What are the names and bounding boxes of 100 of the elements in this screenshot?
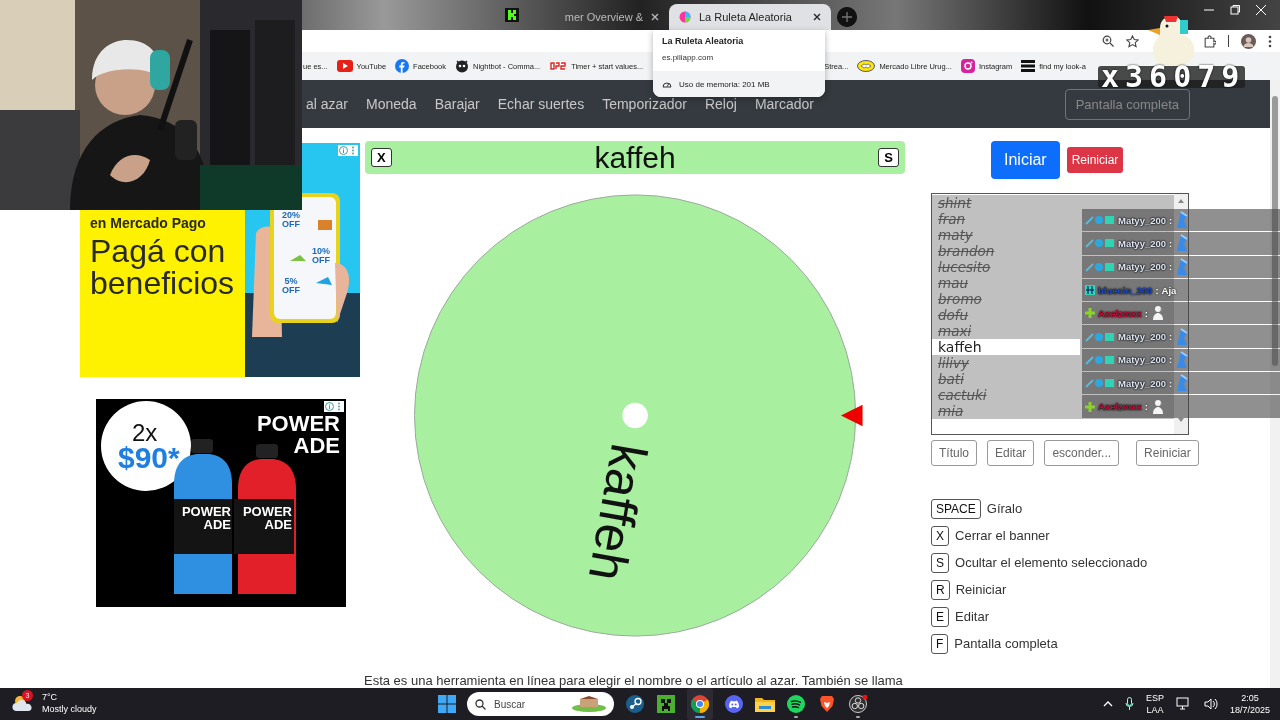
separator: : <box>1169 377 1173 389</box>
shortcut-label: Editar <box>955 609 989 624</box>
taskbar-app[interactable] <box>687 688 713 720</box>
close-icon[interactable] <box>651 13 659 21</box>
list-item[interactable]: kaffeh <box>932 339 1080 355</box>
bird-emote-icon <box>1175 233 1190 254</box>
bird-emote-icon <box>1175 349 1190 370</box>
lines-icon <box>1021 60 1036 72</box>
chat-username: Matyy_200 <box>1118 377 1167 389</box>
key-cap: S <box>931 552 949 573</box>
banner-title: kaffeh <box>594 140 676 175</box>
separator: : <box>1169 354 1173 366</box>
search-placeholder: Buscar <box>494 698 527 710</box>
key-cap: R <box>931 579 950 600</box>
dps-icon <box>549 60 568 72</box>
microphone-icon[interactable] <box>1124 697 1134 711</box>
spotify-icon <box>787 695 805 713</box>
badges-icon <box>1085 378 1115 389</box>
new-tab-icon[interactable] <box>837 7 857 27</box>
preview-title: La Ruleta Aleatoria <box>661 35 745 47</box>
temperature: 7°C <box>42 691 59 703</box>
weather-text: Mostly cloudy <box>42 703 97 715</box>
shortcut-label: Reiniciar <box>955 582 1007 597</box>
facebook-icon <box>395 59 410 73</box>
clock[interactable]: 2:05 18/7/2025 <box>1229 692 1270 716</box>
play-icon <box>336 60 353 72</box>
folder-icon <box>755 696 775 712</box>
list-action-button[interactable]: Editar <box>987 440 1035 466</box>
separator: : <box>1169 214 1173 226</box>
badges-icon <box>1085 215 1115 226</box>
memory-usage: Uso de memoria: 201 MB <box>679 78 770 90</box>
intro-text: Esta es una herramienta en línea para elegir el nombre o el artículo al azar. También se llama <box>364 673 904 688</box>
puzzle-icon[interactable] <box>1203 34 1216 48</box>
scrollbar[interactable] <box>1270 80 1280 688</box>
nav-link[interactable]: Barajar <box>434 96 480 112</box>
bird-emote-icon <box>1175 210 1190 231</box>
chat-username: Matyy_200 <box>1118 237 1167 249</box>
separator: : <box>1155 284 1159 296</box>
brand-logo: POWER ADE <box>255 413 340 457</box>
badge-icon <box>1085 401 1095 412</box>
separator: : <box>1144 401 1148 412</box>
close-key[interactable]: X <box>371 148 392 167</box>
search-icon <box>475 698 486 710</box>
chat-username: Axelzmxx <box>1098 307 1142 319</box>
browser-tab[interactable]: La Ruleta Aleatoria <box>669 4 831 30</box>
windows-icon[interactable] <box>438 695 456 713</box>
network-icon[interactable] <box>1175 697 1192 711</box>
nav-link[interactable]: al azar <box>306 96 349 112</box>
close-icon[interactable] <box>813 13 821 21</box>
nav-link[interactable]: Reloj <box>704 96 737 112</box>
nav-link[interactable]: Marcador <box>754 96 814 112</box>
shortcut-label: Gíralo <box>986 501 1023 516</box>
nav-link[interactable]: Echar suertes <box>497 96 585 112</box>
restore-icon[interactable] <box>1230 5 1240 15</box>
zoom-icon[interactable] <box>1102 35 1114 47</box>
robot-icon <box>455 59 470 73</box>
start-button[interactable]: Iniciar <box>991 141 1060 179</box>
volume-icon[interactable] <box>1203 698 1218 710</box>
language-indicator[interactable]: ESP LAA <box>1145 692 1164 716</box>
list-action-button[interactable]: esconder... <box>1044 440 1120 466</box>
discord-icon <box>725 695 743 713</box>
discount-label: 20% OFF <box>281 211 301 229</box>
ad-banner[interactable]: 2x $90* POWER ADE POWER ADE POWER ADE <box>96 399 346 607</box>
chat-username: Matyy_200 <box>1118 261 1167 273</box>
badge-icon <box>1085 308 1095 319</box>
bird-emote-icon <box>1175 373 1190 394</box>
camera-icon <box>960 59 975 73</box>
nav-link[interactable]: Moneda <box>366 96 417 112</box>
star-icon[interactable] <box>1126 34 1139 48</box>
chat-username: Matyy_200 <box>1118 214 1167 226</box>
gauge-icon <box>662 79 672 89</box>
tab-title: La Ruleta Aleatoria <box>699 11 793 23</box>
badge-icon <box>1085 285 1095 296</box>
bottle-label: POWER ADE <box>241 505 292 531</box>
shortcut-label: Cerrar el banner <box>955 528 1050 543</box>
list-action-button[interactable]: Reiniciar <box>1136 440 1199 466</box>
chrome-icon <box>691 695 709 713</box>
bottle-label: POWER ADE <box>180 505 231 531</box>
ad-info-icon[interactable] <box>324 401 344 412</box>
obs-icon <box>849 695 867 713</box>
key-cap: F <box>931 633 949 654</box>
nav-link[interactable]: Temporizador <box>602 96 687 112</box>
browser-tab[interactable]: mer Overview & <box>519 4 669 30</box>
shortcut-label: Pantalla completa <box>954 636 1058 651</box>
ad-info-icon[interactable] <box>338 145 358 156</box>
hide-key[interactable]: S <box>878 148 899 167</box>
chevron-up-icon[interactable] <box>1102 701 1113 707</box>
reset-button[interactable]: Reiniciar <box>1066 147 1124 173</box>
lion-icon <box>819 695 835 713</box>
separator: : <box>1169 261 1173 273</box>
ad-headline: Pagá con beneficios <box>90 235 236 299</box>
menu-icon[interactable] <box>1268 34 1272 48</box>
creeper-icon <box>657 695 675 713</box>
badges-icon <box>1085 331 1115 342</box>
search-field[interactable]: Buscar <box>467 692 614 716</box>
chat-username: Axelzmxx <box>1098 401 1142 412</box>
bird-emote-icon <box>1175 326 1190 347</box>
wheel-label: kaffeh <box>577 439 658 586</box>
list-action-button[interactable]: Título <box>931 440 977 466</box>
avatar-icon[interactable] <box>1241 33 1256 49</box>
